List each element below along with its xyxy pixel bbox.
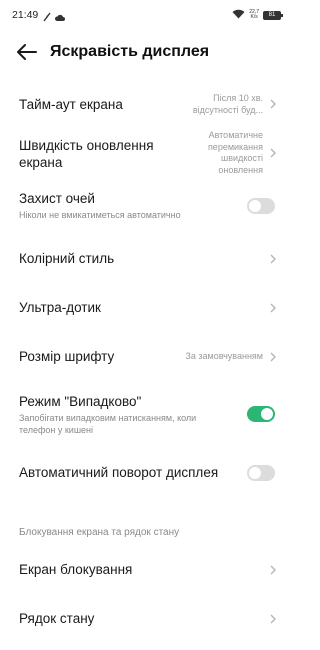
chevron-right-icon — [270, 148, 276, 158]
back-arrow-icon — [17, 44, 37, 60]
screen-timeout-value-line2: відсутності буд... — [192, 104, 263, 115]
status-right: 22,7 K/s 81 — [232, 6, 283, 24]
pocket-mode-row: Режим "Випадково" Запобігати випадковим … — [0, 388, 293, 442]
network-speed: 22,7 K/s — [249, 10, 259, 20]
pocket-mode-subtitle: Запобігати випадковим натисканням, коли … — [19, 412, 196, 436]
wifi-icon — [232, 6, 245, 24]
screen-timeout-value-line1: Після 10 хв. — [213, 93, 263, 103]
lock-screen-row[interactable]: Екран блокування — [0, 551, 293, 589]
toggle-knob — [261, 408, 273, 420]
battery-level: 81 — [268, 11, 276, 18]
chevron-right-icon — [270, 303, 276, 313]
refresh-rate-title: Швидкість оновлення екрана — [19, 137, 154, 171]
font-size-value: За замовчуванням — [185, 351, 263, 361]
network-speed-unit: K/s — [250, 14, 258, 20]
battery-icon: 81 — [263, 10, 283, 20]
ultra-touch-title: Ультра-дотик — [19, 300, 101, 315]
font-size-row[interactable]: Розмір шрифту За замовчуванням — [0, 338, 293, 376]
signal-off-icon — [42, 9, 52, 27]
ultra-touch-row[interactable]: Ультра-дотик — [0, 289, 293, 327]
refresh-rate-value-line2: перемикання — [207, 141, 263, 152]
section-header-lock-status: Блокування екрана та рядок стану — [19, 527, 180, 538]
refresh-rate-value: Автоматичне перемикання швидкості оновле… — [208, 130, 263, 176]
refresh-rate-value-line4: оновлення — [218, 164, 263, 175]
eye-protection-toggle[interactable] — [247, 198, 275, 214]
toggle-knob — [249, 200, 261, 212]
lock-screen-title: Екран блокування — [19, 562, 133, 577]
refresh-rate-row[interactable]: Швидкість оновлення екрана Автоматичне п… — [0, 128, 293, 180]
page-title: Яскравість дисплея — [50, 43, 210, 60]
refresh-rate-value-line1: Автоматичне — [208, 130, 263, 140]
chevron-right-icon — [270, 254, 276, 264]
screen-timeout-row[interactable]: Тайм-аут екрана Після 10 хв. відсутності… — [0, 84, 293, 126]
refresh-rate-title-line2: екрана — [19, 155, 63, 170]
chevron-right-icon — [270, 565, 276, 575]
eye-protection-row: Захист очей Ніколи не вмикатиметься авто… — [0, 185, 293, 227]
eye-protection-subtitle: Ніколи не вмикатиметься автоматично — [19, 210, 181, 220]
status-bar: 21:49 22,7 K/s 81 — [0, 0, 293, 28]
screen-timeout-title: Тайм-аут екрана — [19, 97, 123, 112]
screen-timeout-value: Після 10 хв. відсутності буд... — [193, 93, 263, 116]
status-bar-settings-title: Рядок стану — [19, 611, 95, 626]
toggle-knob — [249, 467, 261, 479]
refresh-rate-value-line3: швидкості — [221, 153, 263, 163]
auto-rotate-title: Автоматичний поворот дисплея — [19, 465, 219, 480]
chevron-right-icon — [270, 352, 276, 362]
auto-rotate-toggle[interactable] — [247, 465, 275, 481]
cloud-icon — [54, 9, 65, 27]
refresh-rate-title-line1: Швидкість оновлення — [19, 138, 154, 153]
status-bar-settings-row[interactable]: Рядок стану — [0, 600, 293, 638]
pocket-mode-subtitle-line2: телефон у кишені — [19, 425, 94, 435]
pocket-mode-title: Режим "Випадково" — [19, 394, 142, 409]
back-button[interactable] — [14, 40, 40, 64]
eye-protection-title: Захист очей — [19, 191, 95, 206]
font-size-title: Розмір шрифту — [19, 349, 115, 364]
pocket-mode-toggle[interactable] — [247, 406, 275, 422]
color-style-title: Колірний стиль — [19, 251, 115, 266]
chevron-right-icon — [270, 99, 276, 109]
auto-rotate-row: Автоматичний поворот дисплея — [0, 454, 293, 492]
chevron-right-icon — [270, 614, 276, 624]
pocket-mode-subtitle-line1: Запобігати випадковим натисканням, коли — [19, 413, 197, 423]
color-style-row[interactable]: Колірний стиль — [0, 240, 293, 278]
header: Яскравість дисплея — [0, 34, 293, 70]
status-time: 21:49 — [12, 9, 39, 21]
